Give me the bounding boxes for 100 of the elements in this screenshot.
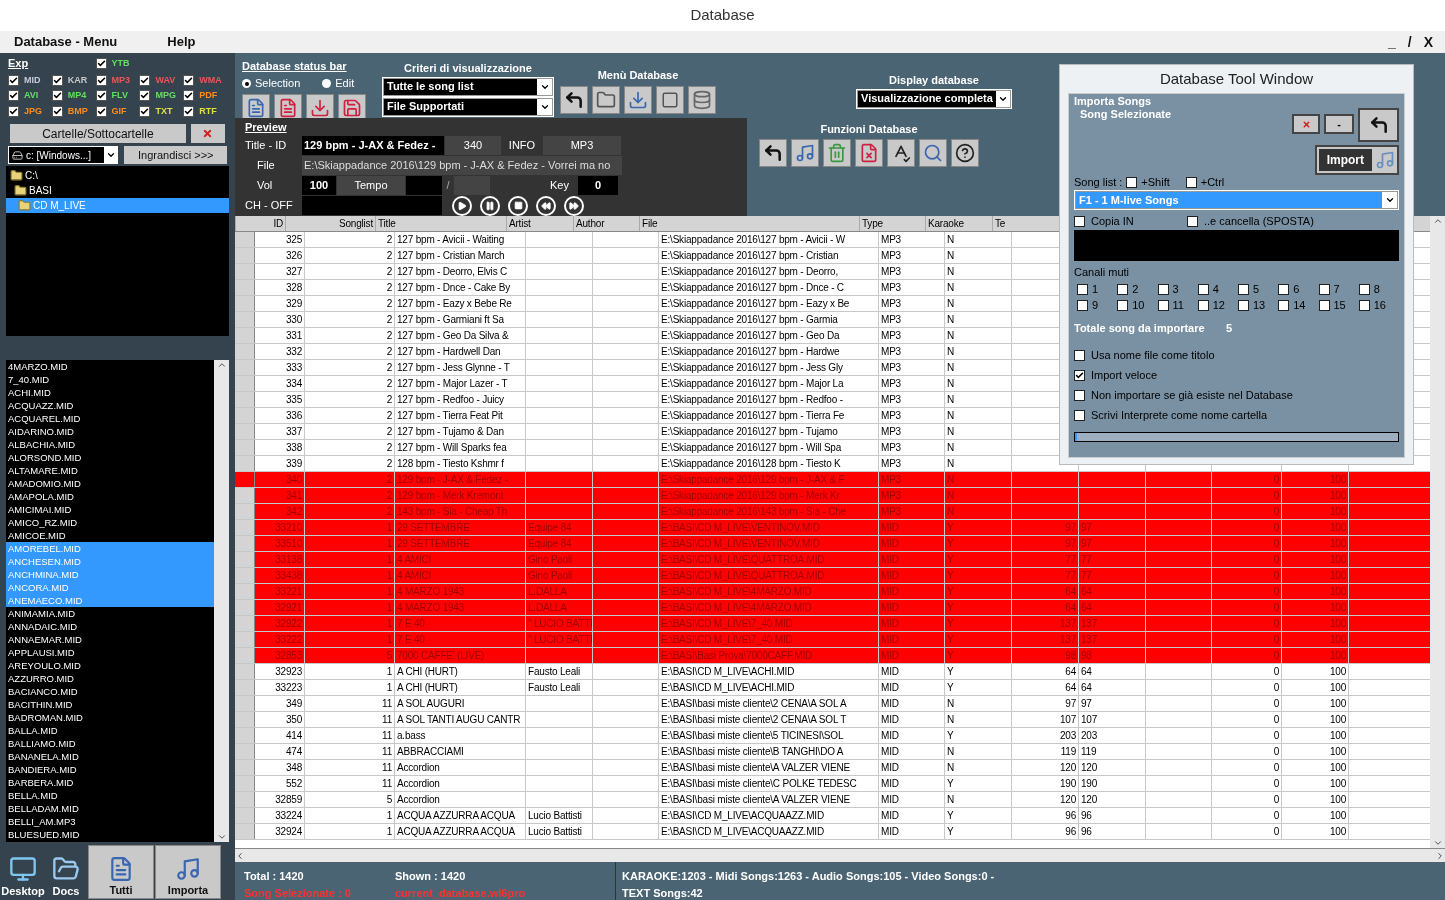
checkbox[interactable] — [51, 105, 63, 117]
search-button[interactable] — [919, 138, 947, 167]
checkbox[interactable] — [95, 90, 107, 102]
column-header[interactable]: Title — [376, 216, 506, 231]
file-item[interactable]: ALTAMARE.MID — [6, 464, 214, 477]
delete-file-button[interactable] — [855, 138, 883, 167]
drive-select[interactable]: c: [Windows...] — [8, 146, 119, 164]
table-row[interactable]: 32923 1 A CHI (HURT) Fausto Leali E:\BASI\CD M_LIVE\ACHI.MID MID Y 64 64 0 100 — [235, 664, 1430, 680]
file-item[interactable]: BADROMAN.MID — [6, 711, 214, 724]
column-header[interactable]: ID — [236, 216, 285, 231]
checkbox[interactable] — [1074, 390, 1085, 401]
status-bar-link[interactable]: Database status bar — [242, 60, 347, 73]
folder-item[interactable]: BASI — [6, 183, 229, 198]
enlarge-button[interactable]: Ingrandisci >>> — [124, 146, 227, 164]
tempo-field[interactable] — [406, 175, 442, 195]
volume-field[interactable]: 100 — [302, 175, 336, 195]
checkbox[interactable] — [51, 74, 63, 86]
undo-button[interactable] — [560, 85, 588, 114]
file-item[interactable]: BALLA.MID — [6, 724, 214, 737]
checkbox[interactable] — [139, 90, 151, 102]
file-item[interactable]: AMICIMAI.MID — [6, 503, 214, 516]
checkbox[interactable] — [1126, 177, 1138, 188]
scrollbar[interactable] — [235, 848, 1445, 862]
checkbox[interactable] — [1197, 300, 1209, 311]
checkbox[interactable] — [1074, 350, 1085, 361]
checkbox[interactable] — [8, 105, 19, 117]
file-item[interactable]: BALLIAMO.MID — [6, 737, 214, 750]
channel-field[interactable] — [302, 196, 442, 215]
table-row[interactable]: 32859 5 Accordion E:\BASI\basi miste cliente\A VALZER VIENE MID N 120 120 0 100 — [235, 792, 1430, 808]
table-row[interactable]: 348 11 Accordion E:\BASI\basi miste cliente\A VALZER VIENE MID N 120 120 0 100 — [235, 760, 1430, 776]
checkbox[interactable] — [1197, 284, 1209, 295]
folders-button[interactable]: Cartelle/Sottocartelle — [10, 124, 186, 143]
column-header[interactable]: Author — [574, 216, 639, 231]
shortcut-button[interactable]: Importa — [155, 845, 221, 899]
checkbox[interactable] — [1074, 370, 1085, 381]
scrollbar[interactable] — [214, 360, 229, 842]
file-item[interactable]: 4MARZO.MID — [6, 360, 214, 373]
menu-item[interactable]: Help — [167, 32, 196, 52]
file-item[interactable]: ACQUAZZ.MID — [6, 399, 214, 412]
table-row[interactable]: 552 11 Accordion E:\BASI\basi miste cliente\C POLKE TEDESC MID Y 190 190 0 100 — [235, 776, 1430, 792]
window-control[interactable]: X — [1423, 31, 1433, 53]
file-item[interactable]: BARBERA.MID — [6, 776, 214, 789]
table-row[interactable]: 33223 1 A CHI (HURT) Fausto Leali E:\BASI\CD M_LIVE\ACHI.MID MID Y 64 64 0 100 — [235, 680, 1430, 696]
file-item[interactable]: AZZURRO.MID — [6, 672, 214, 685]
checkbox[interactable] — [8, 90, 19, 102]
checkbox[interactable] — [1187, 216, 1198, 227]
shortcut-button[interactable]: Docs — [45, 845, 87, 899]
spellcheck-button[interactable] — [887, 138, 915, 167]
column-header[interactable]: Te — [993, 216, 1059, 231]
radio-button[interactable] — [242, 79, 251, 88]
checkbox[interactable] — [1074, 216, 1085, 227]
table-row[interactable]: 414 11 a.bass E:\BASI\basi miste cliente\5 TICINESI\SOL MID Y 203 203 0 100 — [235, 728, 1430, 744]
file-item[interactable]: BELLADAM.MID — [6, 802, 214, 815]
file-item[interactable]: BELLI_AM.MP3 — [6, 815, 214, 828]
square-button[interactable] — [656, 85, 684, 114]
radio-button[interactable] — [322, 79, 332, 88]
table-row[interactable]: 349 11 A SOL AUGURI E:\BASI\basi miste cliente\2 CENA\A SOL A MID N 97 97 0 100 — [235, 696, 1430, 712]
folder-item[interactable]: C:\ — [6, 168, 229, 183]
id-field[interactable]: 340 — [445, 135, 501, 155]
checkbox[interactable] — [139, 105, 151, 117]
file-item[interactable]: AMAPOLA.MID — [6, 490, 214, 503]
table-row[interactable]: 33224 1 ACQUA AZZURRA ACQUA Lucio Battisti E:\BASI\CD M_LIVE\ACQUAAZZ.MID MID Y 96 96 0 100 — [235, 808, 1430, 824]
shortcut-button[interactable]: Tutti — [88, 845, 154, 899]
column-header[interactable]: File — [640, 216, 859, 231]
file-item[interactable]: APPLAUSI.MID — [6, 646, 214, 659]
file-item[interactable]: ACQUAREL.MID — [6, 412, 214, 425]
checkbox[interactable] — [1278, 300, 1290, 311]
file-item[interactable]: AMICOE.MID — [6, 529, 214, 542]
checkbox[interactable] — [1117, 284, 1129, 295]
table-row[interactable]: 32924 1 ACQUA AZZURRA ACQUA Lucio Battisti E:\BASI\CD M_LIVE\ACQUAAZZ.MID MID Y 96 96 0 100 — [235, 824, 1430, 840]
checkbox[interactable] — [139, 74, 151, 86]
key-field[interactable]: 0 — [578, 175, 618, 195]
criteria-select[interactable]: File Supportati — [383, 97, 553, 116]
checkbox[interactable] — [1185, 177, 1197, 188]
checkbox[interactable] — [1318, 300, 1330, 311]
file-item[interactable]: ANIMAMIA.MID — [6, 607, 214, 620]
exp-link[interactable]: Exp — [8, 55, 96, 72]
table-row[interactable]: 474 11 ABBRACCIAMI E:\BASI\basi miste cliente\B TANGHI\DO A MID N 119 119 0 100 — [235, 744, 1430, 760]
tempo-field[interactable] — [454, 175, 490, 195]
file-item[interactable]: AREYOULO.MID — [6, 659, 214, 672]
file-item[interactable]: 7_40.MID — [6, 373, 214, 386]
file-item[interactable]: BANDIERA.MID — [6, 763, 214, 776]
column-header[interactable]: Type — [860, 216, 925, 231]
file-field[interactable]: E:\Skiappadance 2016\129 bpm - J-AX & Fedez - Vorrei ma no — [302, 155, 622, 175]
folder-button[interactable] — [592, 85, 620, 114]
window-control[interactable]: / — [1407, 31, 1412, 53]
checkbox[interactable] — [1238, 284, 1249, 295]
file-item[interactable]: AIDARINO.MID — [6, 425, 214, 438]
database-button[interactable] — [688, 85, 716, 114]
window-control[interactable]: _ — [1387, 31, 1396, 53]
trash-button[interactable] — [823, 138, 851, 167]
preview-link[interactable]: Preview — [245, 121, 287, 134]
checkbox[interactable] — [1278, 284, 1290, 295]
column-header[interactable]: Songlist — [286, 216, 375, 231]
export-button[interactable] — [759, 138, 787, 167]
checkbox[interactable] — [95, 105, 107, 117]
import-button[interactable]: Import — [1318, 149, 1372, 171]
display-select[interactable]: Visualizzazione completa — [857, 89, 1011, 108]
checkbox[interactable] — [1077, 284, 1088, 295]
checkbox[interactable] — [1358, 300, 1370, 311]
